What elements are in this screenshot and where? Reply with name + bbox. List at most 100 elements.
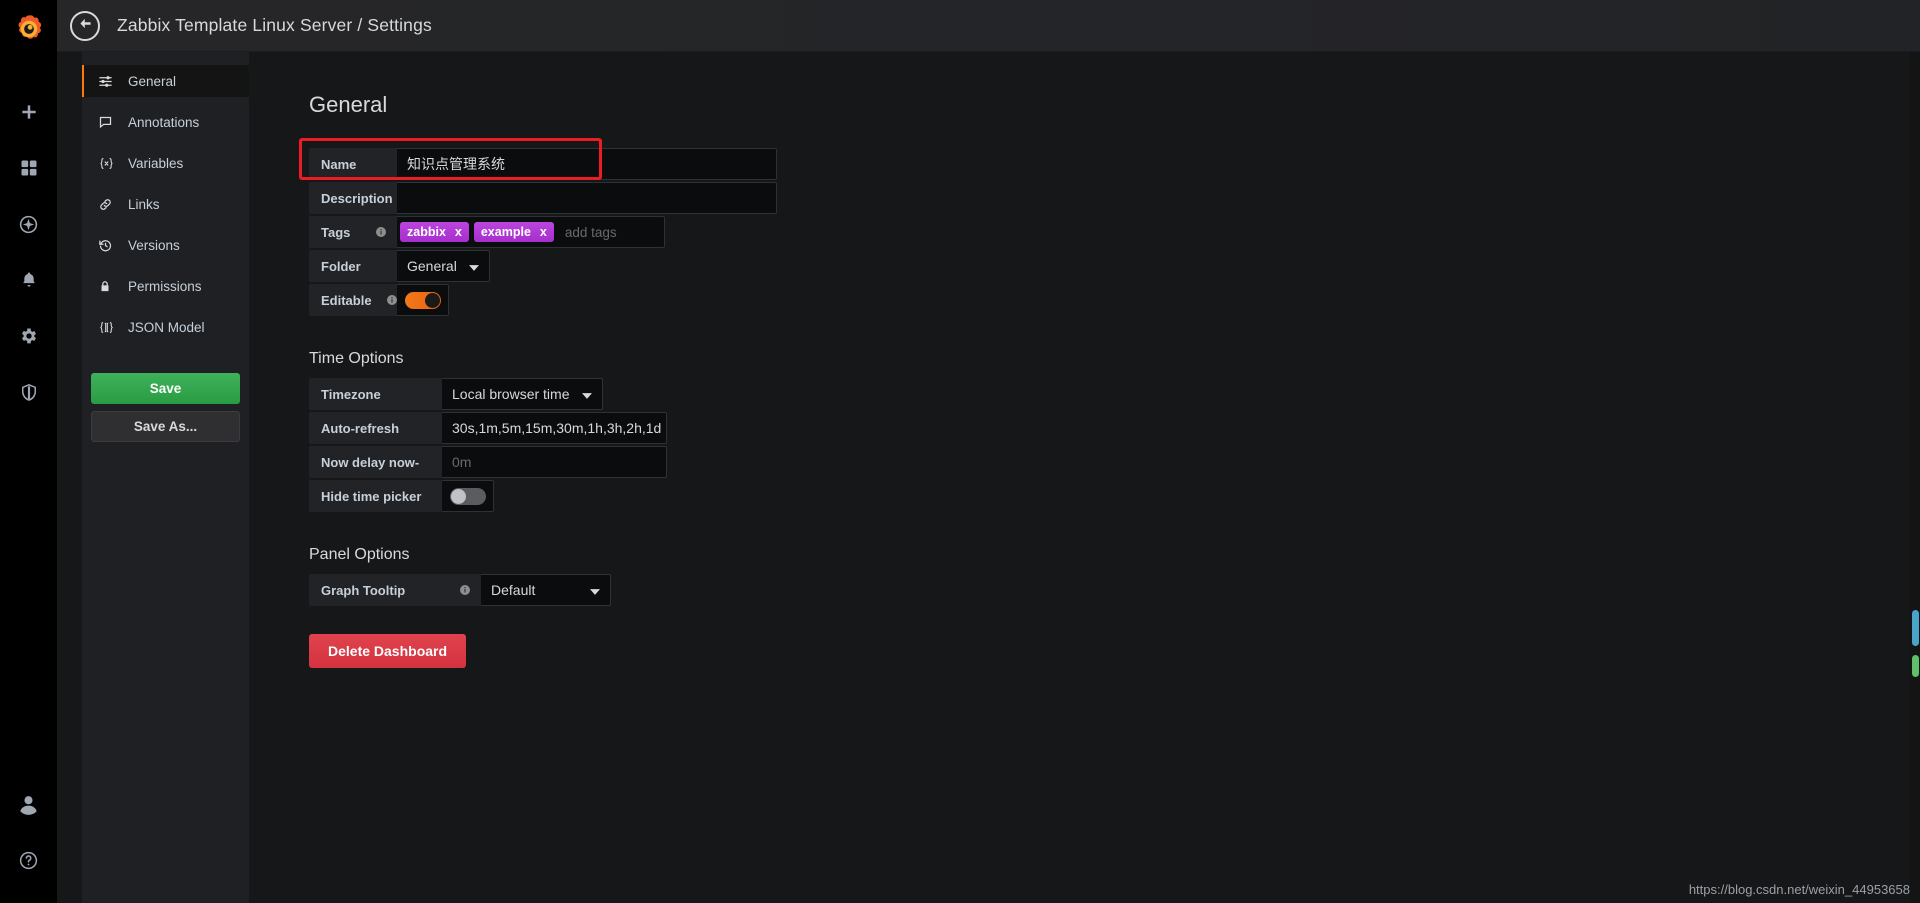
- shield-server-admin-icon[interactable]: [0, 367, 57, 417]
- description-input[interactable]: [397, 182, 777, 214]
- vertical-scrollbar-thumb[interactable]: [1912, 610, 1919, 646]
- sidebar-item-label: Permissions: [128, 278, 202, 294]
- auto-refresh-input[interactable]: 30s,1m,5m,15m,30m,1h,3h,2h,1d: [442, 412, 667, 444]
- name-label: Name: [309, 148, 397, 180]
- sidebar-item-annotations[interactable]: Annotations: [82, 106, 249, 138]
- time-options-heading: Time Options: [309, 350, 404, 367]
- sidebar-item-general[interactable]: General: [82, 65, 249, 97]
- timezone-select[interactable]: Local browser time: [442, 378, 603, 410]
- editable-toggle-cell: [397, 284, 449, 316]
- brackets-icon: [98, 320, 118, 335]
- sidebar-item-label: General: [128, 73, 177, 89]
- plus-icon[interactable]: [0, 87, 57, 137]
- back-button[interactable]: [70, 10, 100, 41]
- graph-tooltip-label-text: Graph Tooltip: [321, 582, 406, 598]
- graph-tooltip-select[interactable]: Default: [481, 574, 611, 606]
- vertical-scrollbar-thumb-secondary[interactable]: [1912, 655, 1919, 677]
- delete-dashboard-button[interactable]: Delete Dashboard: [309, 634, 467, 668]
- hide-time-picker-toggle-cell: [442, 480, 494, 512]
- auto-refresh-label: Auto-refresh: [309, 412, 442, 444]
- folder-select-value: General: [407, 258, 457, 274]
- nav-gap: [82, 179, 249, 188]
- general-heading: General: [309, 92, 388, 117]
- folder-select[interactable]: General: [397, 250, 490, 282]
- save-button[interactable]: Save: [91, 373, 240, 404]
- panel-options-heading: Panel Options: [309, 546, 410, 563]
- folder-label: Folder: [309, 250, 397, 282]
- chevron-down-icon: [590, 582, 600, 598]
- tag-remove-icon[interactable]: x: [540, 225, 547, 239]
- tag-label: zabbix: [407, 225, 446, 239]
- nav-gap: [82, 302, 249, 311]
- timezone-row: Timezone Local browser time: [309, 378, 1920, 410]
- editable-row: Editable: [309, 284, 1920, 316]
- gear-configuration-icon[interactable]: [0, 311, 57, 361]
- timezone-select-value: Local browser time: [452, 386, 570, 402]
- help-question-icon[interactable]: [0, 835, 57, 885]
- sidebar-item-label: JSON Model: [128, 319, 205, 335]
- tags-input-area[interactable]: zabbix x example x: [397, 216, 742, 248]
- graph-tooltip-select-value: Default: [491, 582, 536, 598]
- dashboards-grid-icon[interactable]: [0, 143, 57, 193]
- vertical-scrollbar-track[interactable]: [1910, 52, 1920, 903]
- arrow-left-icon: [77, 15, 94, 37]
- now-delay-label: Now delay now-: [309, 446, 442, 478]
- timezone-label: Timezone: [309, 378, 442, 410]
- sidebar-item-variables[interactable]: Variables: [82, 147, 249, 179]
- name-input[interactable]: 知识点管理系统: [397, 148, 777, 180]
- hide-time-picker-toggle[interactable]: [449, 487, 486, 505]
- add-tags-input[interactable]: [558, 217, 742, 247]
- history-icon: [98, 238, 118, 253]
- auto-refresh-row: Auto-refresh 30s,1m,5m,15m,30m,1h,3h,2h,…: [309, 412, 1920, 444]
- sidebar-item-json-model[interactable]: JSON Model: [82, 311, 249, 343]
- tag-chip[interactable]: zabbix x: [400, 222, 469, 242]
- tag-chip[interactable]: example x: [473, 222, 554, 242]
- description-row: Description: [309, 182, 1920, 214]
- sidebar-item-label: Variables: [128, 155, 184, 171]
- tags-label-text: Tags: [321, 224, 351, 240]
- settings-sidebar: General Annotations Variables Links Vers…: [82, 52, 249, 903]
- sidebar-item-label: Links: [128, 196, 160, 212]
- tag-remove-icon[interactable]: x: [455, 225, 462, 239]
- compass-explore-icon[interactable]: [0, 199, 57, 249]
- tags-label: Tags: [309, 216, 397, 248]
- user-avatar-icon[interactable]: [0, 779, 57, 829]
- bell-alerting-icon[interactable]: [0, 255, 57, 305]
- now-delay-row: Now delay now- 0m: [309, 446, 1920, 478]
- sidebar-item-label: Annotations: [128, 114, 200, 130]
- description-label: Description: [309, 182, 397, 214]
- chevron-down-icon: [581, 386, 592, 402]
- link-icon: [98, 197, 118, 212]
- info-circle-icon[interactable]: [445, 584, 471, 596]
- sidebar-item-permissions[interactable]: Permissions: [82, 270, 249, 302]
- nav-gap: [82, 97, 249, 106]
- comment-icon: [98, 115, 118, 130]
- sliders-icon: [98, 74, 118, 89]
- info-circle-icon[interactable]: [361, 226, 387, 238]
- page-title: Zabbix Template Linux Server / Settings: [117, 15, 432, 35]
- sidebar-item-versions[interactable]: Versions: [82, 229, 249, 261]
- sidebar-item-links[interactable]: Links: [82, 188, 249, 220]
- nav-gap: [82, 138, 249, 147]
- toggle-knob: [424, 292, 440, 308]
- tags-row: Tags zabbix x example x: [309, 216, 1920, 248]
- settings-page: General Annotations Variables Links Vers…: [57, 52, 1920, 903]
- info-circle-icon[interactable]: [372, 294, 398, 306]
- editable-label: Editable: [309, 284, 397, 316]
- grafana-logo-icon[interactable]: [0, 0, 57, 57]
- settings-nav-list: General Annotations Variables Links Vers…: [82, 52, 249, 343]
- sidebar-item-label: Versions: [128, 237, 180, 253]
- braces-x-icon: [98, 156, 118, 171]
- watermark-url: https://blog.csdn.net/weixin_44953658: [1688, 882, 1910, 897]
- editable-label-text: Editable: [321, 292, 372, 308]
- now-delay-input[interactable]: 0m: [442, 446, 667, 478]
- nav-gap: [82, 220, 249, 229]
- editable-toggle[interactable]: [404, 291, 441, 309]
- name-row: Name 知识点管理系统: [299, 138, 1920, 180]
- settings-action-buttons: Save Save As...: [82, 373, 249, 442]
- hide-time-picker-row: Hide time picker: [309, 480, 1920, 512]
- app-icon-rail: [0, 0, 57, 903]
- graph-tooltip-label: Graph Tooltip: [309, 574, 481, 606]
- save-as-button[interactable]: Save As...: [91, 411, 240, 442]
- settings-content: General Name 知识点管理系统 Description Tags za…: [282, 52, 1920, 903]
